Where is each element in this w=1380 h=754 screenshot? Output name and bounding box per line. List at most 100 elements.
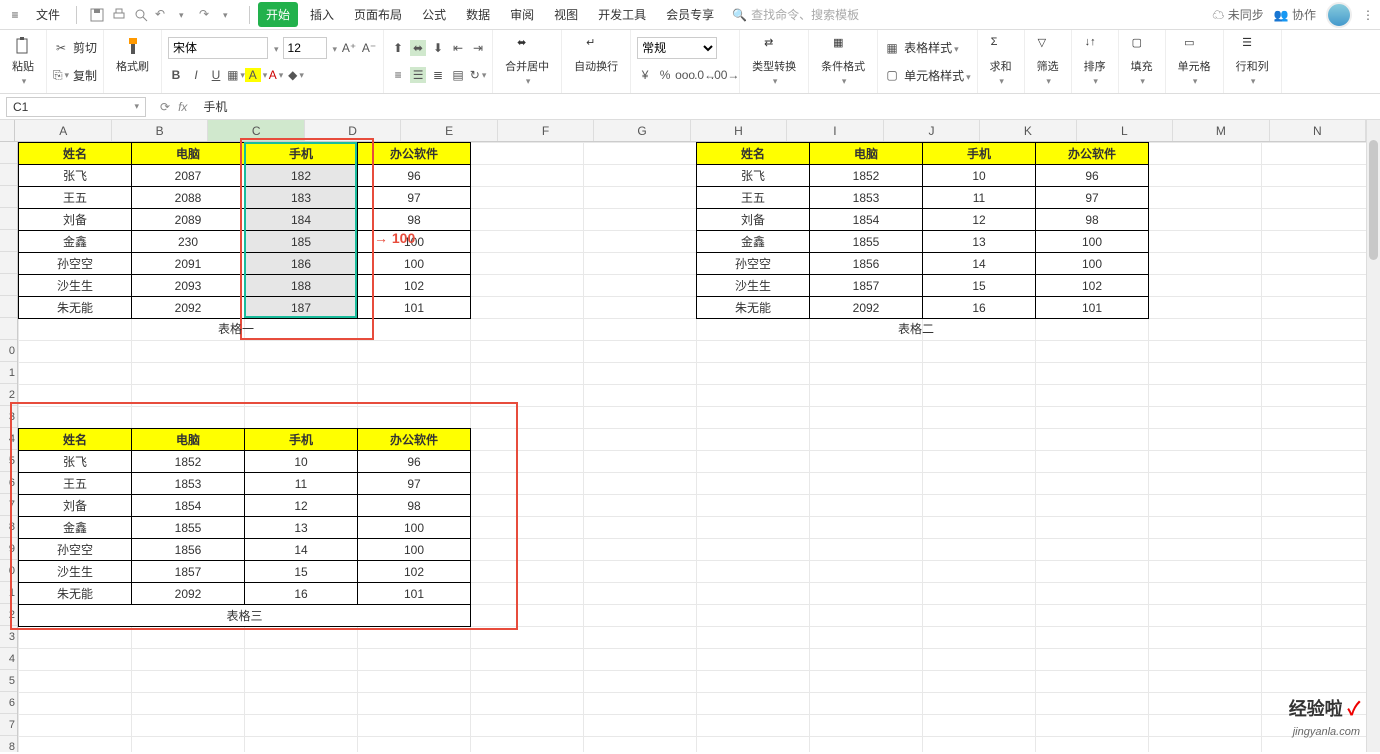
row-27[interactable]: 7 bbox=[0, 714, 17, 736]
cell[interactable]: 14 bbox=[245, 539, 358, 561]
format-painter-button[interactable]: 格式刷 bbox=[110, 34, 155, 76]
row-11[interactable]: 1 bbox=[0, 362, 17, 384]
cell[interactable]: 2087 bbox=[132, 165, 245, 187]
row-2[interactable] bbox=[0, 164, 17, 186]
cell[interactable]: 98 bbox=[1036, 209, 1149, 231]
cell[interactable]: 张飞 bbox=[697, 165, 810, 187]
font-size-dropdown-icon[interactable] bbox=[331, 41, 338, 55]
cell[interactable]: 187 bbox=[245, 297, 358, 319]
row-14[interactable]: 4 bbox=[0, 428, 17, 450]
cell[interactable]: 100 bbox=[358, 539, 471, 561]
cell[interactable]: 11 bbox=[245, 473, 358, 495]
cell[interactable]: 2089 bbox=[132, 209, 245, 231]
cell[interactable]: 孙空空 bbox=[19, 253, 132, 275]
scroll-thumb[interactable] bbox=[1369, 140, 1378, 260]
app-menu-icon[interactable]: ≡ bbox=[6, 6, 24, 24]
row-9[interactable] bbox=[0, 318, 17, 340]
cancel-fx-icon[interactable]: ⟳ bbox=[160, 100, 170, 114]
align-top-icon[interactable]: ⬆ bbox=[390, 40, 406, 56]
cell[interactable]: 孙空空 bbox=[19, 539, 132, 561]
hdr-phone[interactable]: 手机 bbox=[245, 429, 358, 451]
col-m[interactable]: M bbox=[1173, 120, 1269, 141]
cell[interactable]: 刘备 bbox=[697, 209, 810, 231]
row-13[interactable]: 3 bbox=[0, 406, 17, 428]
preview-icon[interactable] bbox=[133, 7, 149, 23]
cell[interactable]: 1857 bbox=[810, 275, 923, 297]
redo-dropdown-icon[interactable] bbox=[221, 7, 237, 23]
font-name-dropdown-icon[interactable] bbox=[272, 41, 279, 55]
row-3[interactable] bbox=[0, 186, 17, 208]
menu-vip[interactable]: 会员专享 bbox=[658, 2, 722, 27]
cell[interactable]: 12 bbox=[245, 495, 358, 517]
fill-button[interactable]: ▢填充 bbox=[1125, 34, 1159, 89]
sync-status[interactable]: ☁ 未同步 bbox=[1212, 6, 1263, 23]
comma-icon[interactable]: ooo bbox=[677, 67, 693, 83]
cut-icon[interactable]: ✂ bbox=[53, 40, 69, 56]
filter-button[interactable]: ▽筛选 bbox=[1031, 34, 1065, 89]
cell[interactable]: 183 bbox=[245, 187, 358, 209]
undo-dropdown-icon[interactable] bbox=[177, 7, 193, 23]
cell[interactable]: 101 bbox=[1036, 297, 1149, 319]
orientation-icon[interactable]: ↻ bbox=[470, 67, 486, 83]
cell[interactable]: 184 bbox=[245, 209, 358, 231]
row-16[interactable]: 6 bbox=[0, 472, 17, 494]
underline-button[interactable]: U bbox=[208, 67, 224, 83]
table-style-button[interactable]: 表格样式 bbox=[904, 39, 959, 56]
indent-right-icon[interactable]: ⇥ bbox=[470, 40, 486, 56]
undo-icon[interactable]: ↶ bbox=[155, 7, 171, 23]
cell[interactable]: 182 bbox=[245, 165, 358, 187]
fill-color-button[interactable]: A bbox=[248, 67, 264, 83]
menu-devtools[interactable]: 开发工具 bbox=[590, 2, 654, 27]
command-search[interactable]: 🔍 查找命令、搜索模板 bbox=[726, 4, 926, 25]
hdr-pc[interactable]: 电脑 bbox=[132, 143, 245, 165]
row-22[interactable]: 2 bbox=[0, 604, 17, 626]
menu-insert[interactable]: 插入 bbox=[302, 2, 342, 27]
type-convert-button[interactable]: ⇄类型转换 bbox=[746, 34, 802, 89]
col-l[interactable]: L bbox=[1077, 120, 1173, 141]
cell[interactable]: 1853 bbox=[132, 473, 245, 495]
menu-formula[interactable]: 公式 bbox=[414, 2, 454, 27]
percent-icon[interactable]: % bbox=[657, 67, 673, 83]
cell[interactable]: 185 bbox=[245, 231, 358, 253]
row-15[interactable]: 5 bbox=[0, 450, 17, 472]
cell[interactable]: 186 bbox=[245, 253, 358, 275]
row-1[interactable] bbox=[0, 142, 17, 164]
hdr-name[interactable]: 姓名 bbox=[697, 143, 810, 165]
menu-start[interactable]: 开始 bbox=[258, 2, 298, 27]
vertical-scrollbar[interactable] bbox=[1366, 120, 1380, 752]
hdr-name[interactable]: 姓名 bbox=[19, 143, 132, 165]
cell[interactable]: 13 bbox=[923, 231, 1036, 253]
cell[interactable]: 10 bbox=[923, 165, 1036, 187]
font-size-combo[interactable] bbox=[283, 37, 327, 59]
cell[interactable]: 97 bbox=[358, 187, 471, 209]
row-5[interactable] bbox=[0, 230, 17, 252]
col-c[interactable]: C bbox=[208, 120, 304, 141]
save-icon[interactable] bbox=[89, 7, 105, 23]
cell[interactable]: 王五 bbox=[19, 473, 132, 495]
cell[interactable]: 16 bbox=[245, 583, 358, 605]
cell[interactable]: 1852 bbox=[810, 165, 923, 187]
align-middle-icon[interactable]: ⬌ bbox=[410, 40, 426, 56]
cell[interactable]: 16 bbox=[923, 297, 1036, 319]
bold-button[interactable]: B bbox=[168, 67, 184, 83]
cell[interactable]: 102 bbox=[358, 561, 471, 583]
row-21[interactable]: 1 bbox=[0, 582, 17, 604]
sort-button[interactable]: ↓↑排序 bbox=[1078, 34, 1112, 89]
cond-format-button[interactable]: ▦条件格式 bbox=[815, 34, 871, 89]
row-12[interactable]: 2 bbox=[0, 384, 17, 406]
align-left-icon[interactable]: ≡ bbox=[390, 67, 406, 83]
cell[interactable]: 101 bbox=[358, 583, 471, 605]
cell[interactable]: 1855 bbox=[132, 517, 245, 539]
row-4[interactable] bbox=[0, 208, 17, 230]
cell[interactable]: 230 bbox=[132, 231, 245, 253]
row-26[interactable]: 6 bbox=[0, 692, 17, 714]
cell[interactable]: 1857 bbox=[132, 561, 245, 583]
cell[interactable]: 1856 bbox=[810, 253, 923, 275]
name-box[interactable]: C1 bbox=[6, 97, 146, 117]
cell[interactable]: 102 bbox=[358, 275, 471, 297]
cell-group-button[interactable]: ▭单元格 bbox=[1172, 34, 1217, 89]
row-28[interactable]: 8 bbox=[0, 736, 17, 752]
cell[interactable]: 97 bbox=[1036, 187, 1149, 209]
col-k[interactable]: K bbox=[980, 120, 1076, 141]
menu-pagelayout[interactable]: 页面布局 bbox=[346, 2, 410, 27]
